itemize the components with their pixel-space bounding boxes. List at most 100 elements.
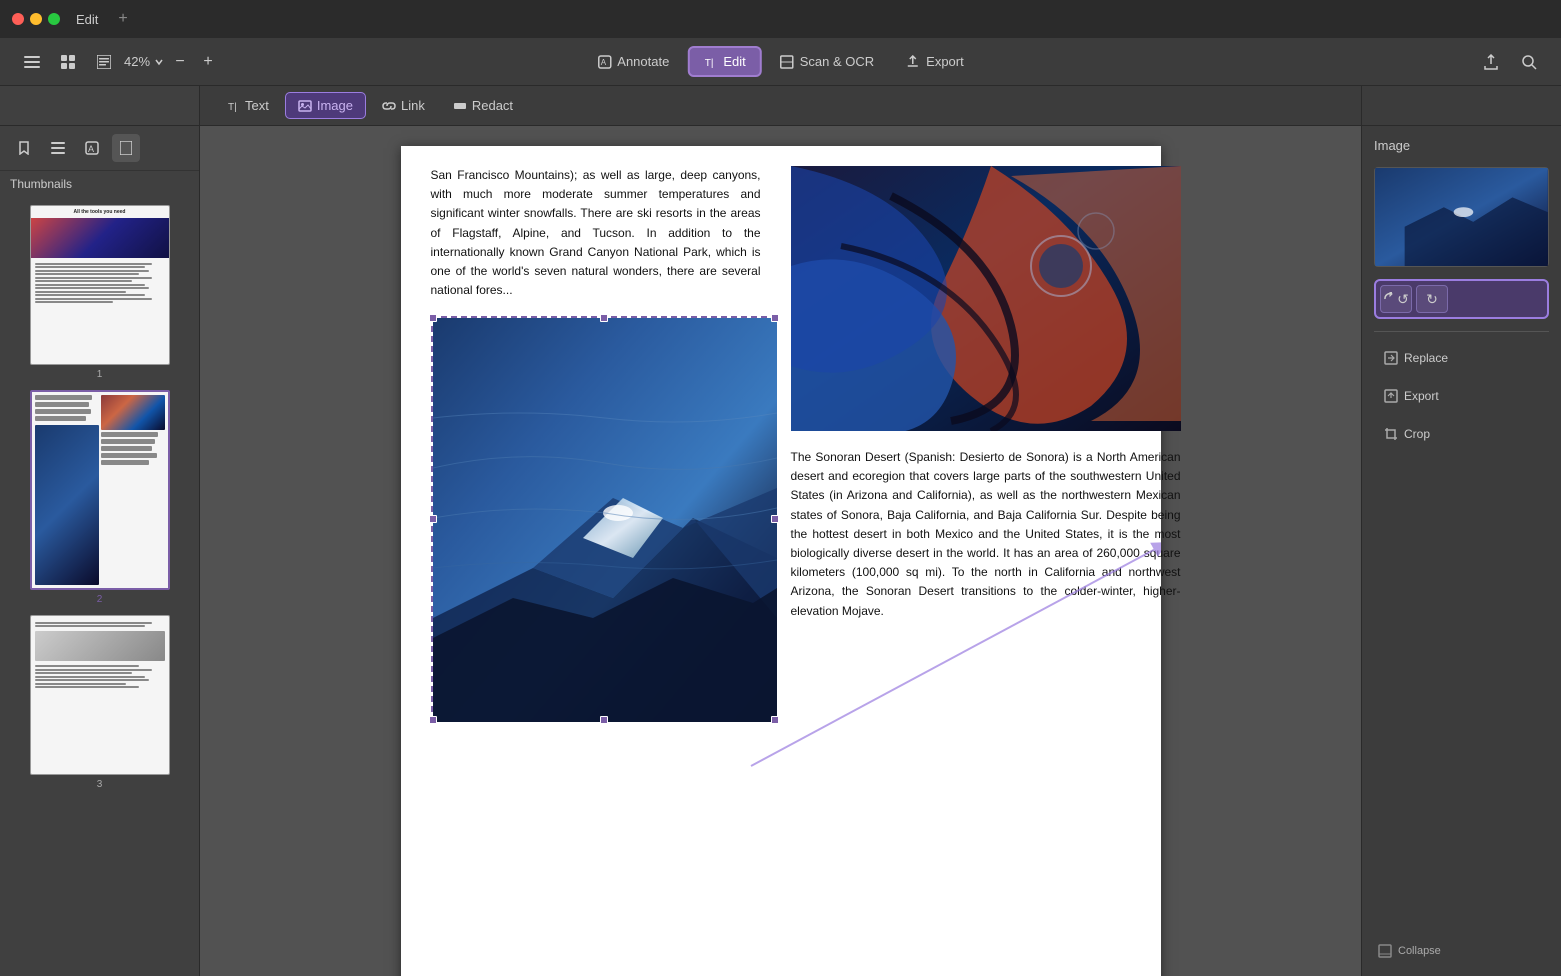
export-image-icon — [1384, 389, 1398, 403]
thumb-page1-title: All the tools you need — [31, 206, 169, 218]
window-controls[interactable] — [12, 13, 60, 25]
scan-icon — [780, 55, 794, 69]
pdf-right-text: The Sonoran Desert (Spanish: Desierto de… — [791, 448, 1181, 621]
panel-title: Image — [1374, 138, 1549, 153]
rotate-controls: ↺ ↻ — [1374, 279, 1549, 319]
panel-divider-1 — [1374, 331, 1549, 332]
pdf-abstract-image — [791, 166, 1181, 431]
bookmark-button[interactable] — [10, 134, 38, 162]
search-button[interactable] — [1513, 46, 1545, 78]
annotate-icon: A — [597, 55, 611, 69]
svg-text:A: A — [88, 144, 94, 154]
link-tool-button[interactable]: Link — [370, 93, 437, 118]
link-icon — [382, 99, 396, 113]
subtoolbar: T| Text Image Link Redact — [200, 86, 1361, 125]
pdf-page: San Francisco Mountains); as well as lar… — [401, 146, 1161, 976]
minimize-button[interactable] — [30, 13, 42, 25]
close-button[interactable] — [12, 13, 24, 25]
replace-icon — [1384, 351, 1398, 365]
collapse-label: Collapse — [1398, 945, 1441, 957]
text-tool-label: Text — [245, 98, 269, 113]
handle-top-right[interactable] — [771, 314, 779, 322]
pdf-selected-image-container[interactable] — [431, 316, 777, 722]
thumbnail-page-1[interactable]: All the tools you need — [30, 205, 170, 365]
svg-text:T|: T| — [228, 102, 237, 112]
thumb-page1-text — [31, 258, 169, 308]
sidebar: A Thumbnails All the tools you need — [0, 126, 200, 976]
chevron-down-icon — [154, 57, 164, 67]
grid-view-button[interactable] — [52, 46, 84, 78]
thumbnail-item-3[interactable]: 3 — [30, 615, 170, 790]
sidebar-toolbar: A — [0, 126, 199, 171]
share-button[interactable] — [1475, 46, 1507, 78]
replace-label: Replace — [1404, 351, 1448, 365]
export-image-button[interactable]: Export — [1374, 382, 1549, 410]
export-image-label: Export — [1404, 389, 1439, 403]
zoom-level: 42% — [124, 54, 150, 69]
sidebar-toggle-button[interactable] — [16, 46, 48, 78]
annotate-nav-button[interactable]: A Annotate — [583, 48, 683, 75]
list-view-button[interactable] — [44, 134, 72, 162]
redact-tool-button[interactable]: Redact — [441, 93, 525, 118]
handle-top-left[interactable] — [429, 314, 437, 322]
pdf-left-text: San Francisco Mountains); as well as lar… — [431, 166, 761, 300]
panel-preview-image — [1374, 167, 1549, 267]
page-view-button[interactable] — [88, 46, 120, 78]
page-num-2: 2 — [97, 594, 103, 605]
crop-icon — [1384, 427, 1398, 441]
edit-icon: T| — [703, 55, 717, 69]
thumbnail-page-2[interactable] — [30, 390, 170, 590]
replace-button[interactable]: Replace — [1374, 344, 1549, 372]
new-tab-button[interactable]: + — [118, 10, 127, 28]
pdf-two-column-layout: San Francisco Mountains); as well as lar… — [431, 166, 1131, 976]
link-tool-label: Link — [401, 98, 425, 113]
handle-bottom-middle[interactable] — [600, 716, 608, 724]
export-icon — [906, 55, 920, 69]
pdf-selected-image — [433, 318, 777, 722]
export-nav-button[interactable]: Export — [892, 48, 978, 75]
scan-ocr-nav-button[interactable]: Scan & OCR — [766, 48, 888, 75]
handle-top-middle[interactable] — [600, 314, 608, 322]
right-panel: Image — [1361, 126, 1561, 976]
crop-label: Crop — [1404, 427, 1430, 441]
rotate-right-icon: ↻ — [1426, 291, 1438, 308]
text-sidebar-button[interactable]: A — [78, 134, 106, 162]
page-num-3: 3 — [97, 779, 103, 790]
toolbar-right — [1475, 46, 1545, 78]
rotate-right-button[interactable]: ↻ — [1416, 285, 1448, 313]
zoom-out-button[interactable]: − — [168, 50, 192, 74]
zoom-controls: 42% − + — [124, 50, 220, 74]
thumb-page3-text — [31, 616, 169, 694]
export-label: Export — [926, 54, 964, 69]
handle-bottom-right[interactable] — [771, 716, 779, 724]
image-icon — [298, 99, 312, 113]
redact-tool-label: Redact — [472, 98, 513, 113]
zoom-in-button[interactable]: + — [196, 50, 220, 74]
crop-button[interactable]: Crop — [1374, 420, 1549, 448]
rotate-left-button[interactable]: ↺ — [1380, 285, 1412, 313]
thumbnail-item-2[interactable]: 2 — [30, 390, 170, 605]
image-tool-button[interactable]: Image — [285, 92, 366, 119]
content-area: San Francisco Mountains); as well as lar… — [200, 126, 1361, 976]
text-icon: T| — [228, 100, 240, 112]
page-num-1: 1 — [97, 369, 103, 380]
text-tool-button[interactable]: T| Text — [216, 93, 281, 118]
edit-nav-button[interactable]: T| Edit — [687, 46, 761, 77]
thumbnail-item-1[interactable]: All the tools you need — [30, 205, 170, 380]
scan-ocr-label: Scan & OCR — [800, 54, 874, 69]
handle-middle-right[interactable] — [771, 515, 779, 523]
sidebar-title-label: Thumbnails — [0, 171, 199, 197]
panel-preview-svg — [1375, 168, 1548, 266]
maximize-button[interactable] — [48, 13, 60, 25]
svg-text:T|: T| — [704, 58, 713, 69]
handle-bottom-left[interactable] — [429, 716, 437, 724]
redact-icon — [453, 99, 467, 113]
pdf-left-column: San Francisco Mountains); as well as lar… — [431, 166, 781, 976]
pdf-right-column: The Sonoran Desert (Spanish: Desierto de… — [781, 166, 1181, 976]
handle-middle-left[interactable] — [429, 515, 437, 523]
thumbnail-button[interactable] — [112, 134, 140, 162]
thumbnail-page-3[interactable] — [30, 615, 170, 775]
collapse-button[interactable]: Collapse — [1374, 938, 1549, 964]
subtoolbar-container: T| Text Image Link Redact — [0, 86, 1561, 126]
window-title: Edit — [76, 12, 98, 27]
